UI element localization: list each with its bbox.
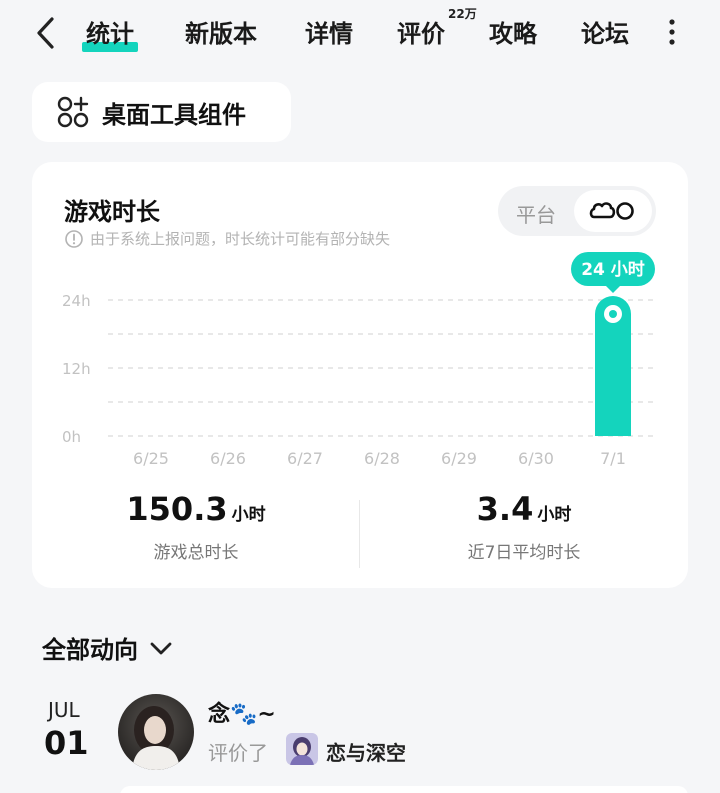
y-tick-label: 24h <box>62 292 91 310</box>
tab-stats[interactable]: 统计 <box>82 14 138 54</box>
tab-label: 新版本 <box>185 20 257 48</box>
tab-label: 统计 <box>86 20 134 48</box>
x-tick-label: 6/29 <box>441 449 477 468</box>
bar-value-label: 24 小时 <box>581 260 645 280</box>
toggle-platform[interactable]: 平台 <box>516 199 556 228</box>
avg-playtime-value: 3.4 <box>476 490 534 528</box>
desktop-widget-button[interactable]: 桌面工具组件 <box>32 82 291 142</box>
x-tick-label: 6/27 <box>287 449 323 468</box>
activity-username[interactable]: 念🐾~ <box>208 696 276 728</box>
data-missing-note: 由于系统上报问题，时长统计可能有部分缺失 <box>64 228 390 249</box>
review-card-peek <box>120 786 688 793</box>
total-playtime-unit: 小时 <box>231 505 266 525</box>
game-thumbnail-image <box>286 733 318 765</box>
tab-label: 攻略 <box>489 20 537 48</box>
card-title: 游戏时长 <box>64 198 160 226</box>
total-playtime-value: 150.3 <box>126 490 228 528</box>
tab-new-version[interactable]: 新版本 <box>185 14 257 54</box>
y-tick-label: 0h <box>62 428 81 446</box>
toggle-cloud-game[interactable] <box>574 190 652 232</box>
avg-playtime-unit: 小时 <box>537 505 572 525</box>
activity-header-label: 全部动向 <box>42 636 138 664</box>
playtime-chart: 0h 12h 24h 6/25 6/26 6/27 6/28 6/29 6/30 7/1 24 小时 <box>62 252 656 468</box>
back-arrow-icon[interactable] <box>30 14 60 52</box>
y-tick-label: 12h <box>62 360 91 378</box>
total-playtime-stat: 150.3 小时 游戏总时长 <box>32 490 360 563</box>
tab-label: 论坛 <box>581 20 629 48</box>
info-icon <box>65 229 83 248</box>
tab-reviews[interactable]: 评价 <box>397 14 445 54</box>
source-toggle: 平台 <box>498 186 656 236</box>
activity-date-day: 01 <box>44 724 89 762</box>
widget-button-label: 桌面工具组件 <box>102 100 246 129</box>
widget-grid-icon <box>57 96 89 128</box>
x-tick-label: 6/26 <box>210 449 246 468</box>
cloud-game-icon <box>589 202 634 220</box>
tab-label: 详情 <box>305 20 353 48</box>
tab-details[interactable]: 详情 <box>305 14 353 54</box>
x-tick-label: 6/28 <box>364 449 400 468</box>
user-avatar[interactable] <box>118 694 194 770</box>
avg-playtime-stat: 3.4 小时 近7日平均时长 <box>360 490 688 563</box>
more-vertical-icon[interactable] <box>664 16 680 48</box>
avg-playtime-label: 近7日平均时长 <box>467 543 581 563</box>
game-thumbnail[interactable] <box>286 733 318 765</box>
review-count-badge: 22万 <box>448 7 477 21</box>
bar-marker-dot <box>609 310 617 318</box>
x-tick-label: 7/1 <box>600 449 626 468</box>
note-text: 由于系统上报问题，时长统计可能有部分缺失 <box>90 230 391 248</box>
activity-filter-dropdown[interactable]: 全部动向 <box>42 630 174 665</box>
callout-pointer <box>606 286 620 293</box>
activity-date-month: JUL <box>48 698 80 722</box>
x-tick-label: 6/30 <box>518 449 554 468</box>
tab-label: 评价 <box>397 20 445 48</box>
playtime-card: 游戏时长 由于系统上报问题，时长统计可能有部分缺失 平台 0h 12h 24h 6/2… <box>32 162 688 588</box>
top-nav: 统计 新版本 详情 评价 22万 攻略 论坛 <box>0 0 720 66</box>
activity-game-name[interactable]: 恋与深空 <box>326 737 406 766</box>
chevron-down-icon <box>150 642 172 654</box>
avatar-image <box>118 694 194 770</box>
total-playtime-label: 游戏总时长 <box>153 543 239 563</box>
tab-guides[interactable]: 攻略 <box>489 14 537 54</box>
activity-action-text: 评价了 <box>208 741 268 765</box>
x-tick-label: 6/25 <box>133 449 169 468</box>
